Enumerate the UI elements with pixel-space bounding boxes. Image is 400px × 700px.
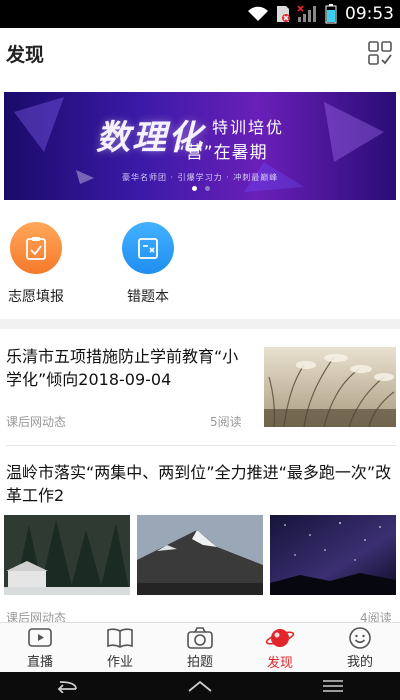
status-time: 09:53 — [345, 4, 394, 24]
article-thumbnail-forest[interactable] — [4, 515, 130, 595]
article-source: 课后网动态 — [6, 415, 67, 429]
smiley-icon — [349, 627, 371, 649]
page-title: 发现 — [6, 43, 45, 66]
home-button[interactable] — [170, 672, 230, 700]
status-bar: 09:53 — [0, 0, 400, 28]
nav-item-photo-question[interactable]: 拍题 — [160, 626, 240, 670]
quick-action-label: 志愿填报 — [8, 289, 64, 305]
article-read-count: 5阅读 — [210, 415, 242, 429]
banner-dot[interactable] — [192, 186, 197, 191]
nav-item-homework[interactable]: 作业 — [80, 626, 160, 670]
article-thumbnail-mountain[interactable] — [137, 515, 263, 595]
nav-label: 直播 — [26, 655, 53, 670]
reeds-image — [264, 347, 396, 427]
banner-pagination[interactable] — [192, 186, 210, 191]
article-thumbnail-reeds[interactable] — [264, 347, 396, 427]
back-button[interactable] — [37, 672, 97, 700]
nav-item-live[interactable]: 直播 — [0, 626, 80, 670]
article-title[interactable]: 温岭市落实“两集中、两到位”全力推进“最多跑一次”改革工作2 — [6, 461, 394, 507]
menu-icon — [323, 680, 344, 692]
banner-tagline: 特训培优 — [212, 118, 285, 137]
nav-label: 我的 — [346, 655, 373, 670]
banner-tagline-2: “营”在暑期 — [176, 143, 268, 163]
nav-item-mine[interactable]: 我的 — [320, 626, 400, 670]
sim-blocked-icon — [277, 6, 290, 22]
system-nav-bar — [0, 672, 400, 700]
book-icon — [107, 628, 133, 648]
quick-action-error-notebook[interactable]: 错题本 — [122, 222, 174, 306]
quick-action-label: 错题本 — [127, 289, 169, 305]
battery-icon — [325, 4, 337, 24]
quick-action-icon-bg — [10, 222, 62, 274]
bottom-nav: 直播 作业 拍题 发现 我的 — [0, 622, 400, 673]
back-arrow-icon — [57, 681, 77, 693]
planet-icon — [265, 629, 295, 647]
wifi-icon — [248, 6, 268, 21]
banner-subline: 豪华名师团 · 引爆学习力 · 冲刺最巅峰 — [122, 173, 279, 182]
grid-menu-button[interactable] — [366, 39, 394, 67]
promo-banner[interactable]: 数理化 特训培优 “营”在暑期 豪华名师团 · 引爆学习力 · 冲刺最巅峰 — [4, 92, 396, 200]
page-header: 发现 — [0, 28, 400, 78]
camera-icon — [187, 627, 213, 649]
night-sky-image — [270, 515, 396, 595]
quick-action-volunteer[interactable]: 志愿填报 — [8, 222, 64, 306]
live-icon — [28, 628, 52, 647]
mountain-image — [137, 515, 263, 595]
article-title[interactable]: 乐清市五项措施防止学前教育“小学化”倾向2018-09-04 — [6, 345, 254, 391]
nav-label: 作业 — [106, 655, 133, 670]
forest-image — [4, 515, 130, 595]
article-divider — [6, 445, 396, 446]
signal-icon — [297, 5, 316, 22]
menu-button[interactable] — [303, 672, 363, 700]
nav-label: 发现 — [266, 656, 293, 671]
banner-dot[interactable] — [205, 186, 210, 191]
clipboard-check-icon — [26, 237, 46, 260]
section-separator — [0, 319, 400, 329]
nav-label: 拍题 — [186, 655, 213, 670]
quick-action-icon-bg — [122, 222, 174, 274]
home-icon — [188, 680, 212, 692]
error-notebook-icon — [138, 238, 158, 259]
article-thumbnail-night-sky[interactable] — [270, 515, 396, 595]
nav-item-discover[interactable]: 发现 — [240, 625, 320, 671]
grid-check-icon — [368, 41, 392, 65]
